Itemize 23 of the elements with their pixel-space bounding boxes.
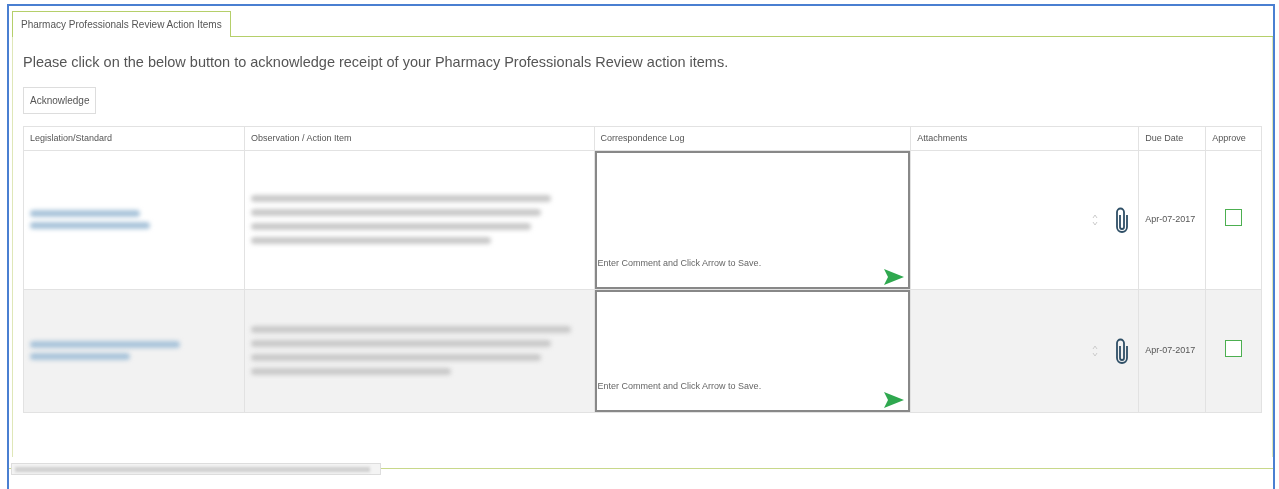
comment-input[interactable]: Enter Comment and Click Arrow to Save. (597, 379, 885, 394)
approve-checkbox[interactable] (1225, 340, 1243, 357)
column-header: Due Date (1138, 126, 1206, 151)
column-header: Observation / Action Item (244, 126, 595, 151)
due-date-cell: Apr-07-2017 (1138, 150, 1206, 290)
column-header: Attachments (910, 126, 1139, 151)
due-date-cell: Apr-07-2017 (1138, 289, 1206, 413)
comment-field[interactable]: Enter Comment and Click Arrow to Save. (594, 377, 911, 412)
comment-log-area[interactable] (594, 150, 911, 255)
comment-log-area[interactable] (594, 289, 911, 378)
acknowledge-button[interactable]: Acknowledge (23, 86, 97, 114)
paperclip-icon[interactable] (1116, 337, 1129, 364)
column-header: Approve (1205, 126, 1262, 151)
send-arrow-icon[interactable] (884, 391, 905, 408)
send-arrow-icon[interactable] (884, 268, 905, 285)
instruction-text: Please click on the below button to acknowledge receipt of your Pharmacy Professionals Review action items. (23, 53, 730, 72)
tab[interactable]: Pharmacy Professionals Review Action Items (12, 11, 231, 37)
comment-field[interactable]: Enter Comment and Click Arrow to Save. (594, 254, 911, 289)
column-header: Correspondence Log (594, 126, 911, 151)
column-header: Legislation/Standard (23, 126, 245, 151)
comment-input[interactable]: Enter Comment and Click Arrow to Save. (597, 256, 885, 271)
approve-checkbox[interactable] (1225, 209, 1243, 226)
paperclip-icon[interactable] (1116, 206, 1129, 233)
